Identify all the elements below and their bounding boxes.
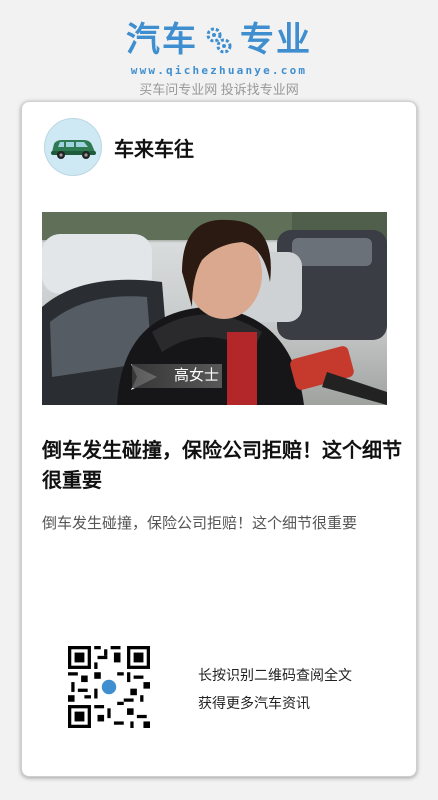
article-title[interactable]: 倒车发生碰撞，保险公司拒赔！这个细节很重要 xyxy=(42,436,402,496)
article-summary: 倒车发生碰撞，保险公司拒赔！这个细节很重要 xyxy=(42,514,358,532)
brand-url: www.qichezhuanye.com xyxy=(130,64,308,77)
qr-code[interactable] xyxy=(68,646,150,728)
article-card[interactable]: 车来车往 高女士 倒车发生碰撞，保险公司拒赔！这个细节很重要 倒车发生碰撞，保险… xyxy=(21,101,417,777)
brand-word-left: 汽车 xyxy=(126,20,198,60)
qr-text-line1: 长按识别二维码查阅全文 xyxy=(198,668,352,684)
article-image[interactable]: 高女士 xyxy=(42,212,387,405)
brand-logo: 汽车 专业 xyxy=(0,18,438,62)
brand-slogan: 买车问专业网 投诉找专业网 xyxy=(139,82,299,97)
avatar xyxy=(44,118,102,176)
gear-icon xyxy=(206,27,232,54)
brand-header: 汽车 专业 www.qichezhuanye.com 买车问专业网 投诉找专业网 xyxy=(0,18,438,98)
qr-instructions: 长按识别二维码查阅全文 获得更多汽车资讯 xyxy=(198,662,352,718)
brand-word-right: 专业 xyxy=(240,20,312,60)
image-caption: 高女士 xyxy=(132,364,222,388)
car-icon xyxy=(51,140,96,159)
source-name: 车来车往 xyxy=(114,138,194,161)
qr-text-line2: 获得更多汽车资讯 xyxy=(198,696,310,712)
source-header: 车来车往 xyxy=(44,118,194,176)
